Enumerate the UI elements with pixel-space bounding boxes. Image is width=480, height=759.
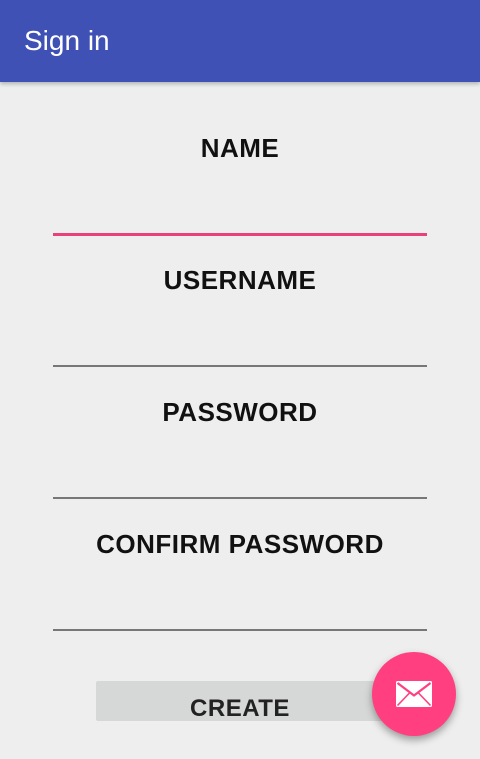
name-underline [53,233,427,236]
app-bar: Sign in [0,0,480,82]
name-label: NAME [200,133,280,163]
confirm-password-underline [53,629,427,631]
username-label: USERNAME [163,265,317,295]
create-button-label: CREATE [190,695,290,721]
name-input[interactable] [53,190,427,230]
app-bar-title: Sign in [24,25,110,56]
password-input[interactable] [53,454,427,494]
create-button[interactable]: CREATE [96,681,384,721]
mail-icon [396,681,432,707]
username-underline [53,365,427,367]
confirm-password-input[interactable] [53,586,427,626]
username-input[interactable] [53,322,427,362]
confirm-password-label: CONFIRM PASSWORD [96,529,384,559]
send-email-fab[interactable] [372,652,456,736]
password-underline [53,497,427,499]
password-label: PASSWORD [162,397,318,427]
